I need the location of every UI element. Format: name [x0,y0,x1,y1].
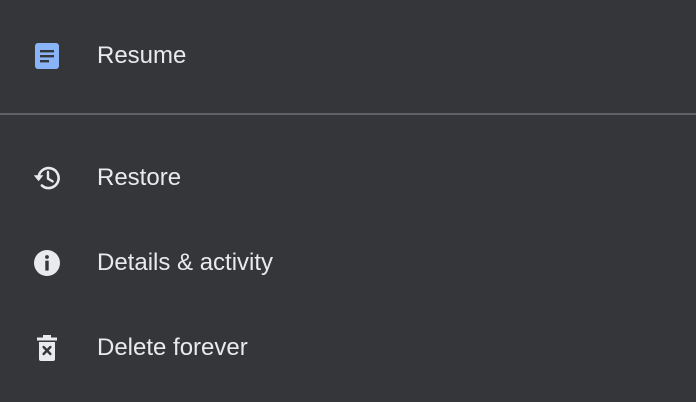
file-header: Resume [0,0,696,113]
file-name: Resume [97,42,187,69]
info-icon [31,247,63,279]
details-activity-menu-item[interactable]: Details & activity [0,223,696,303]
details-activity-label: Details & activity [97,249,274,276]
delete-forever-menu-item[interactable]: Delete forever [0,308,696,388]
restore-menu-item[interactable]: Restore [0,138,696,218]
restore-label: Restore [97,164,182,191]
file-actions-sheet: Resume Restore Details & activity Delete… [0,0,696,402]
google-docs-icon [31,40,63,72]
delete-forever-icon [31,332,63,364]
delete-forever-label: Delete forever [97,334,248,361]
restore-history-icon [31,162,63,194]
divider [0,113,696,115]
